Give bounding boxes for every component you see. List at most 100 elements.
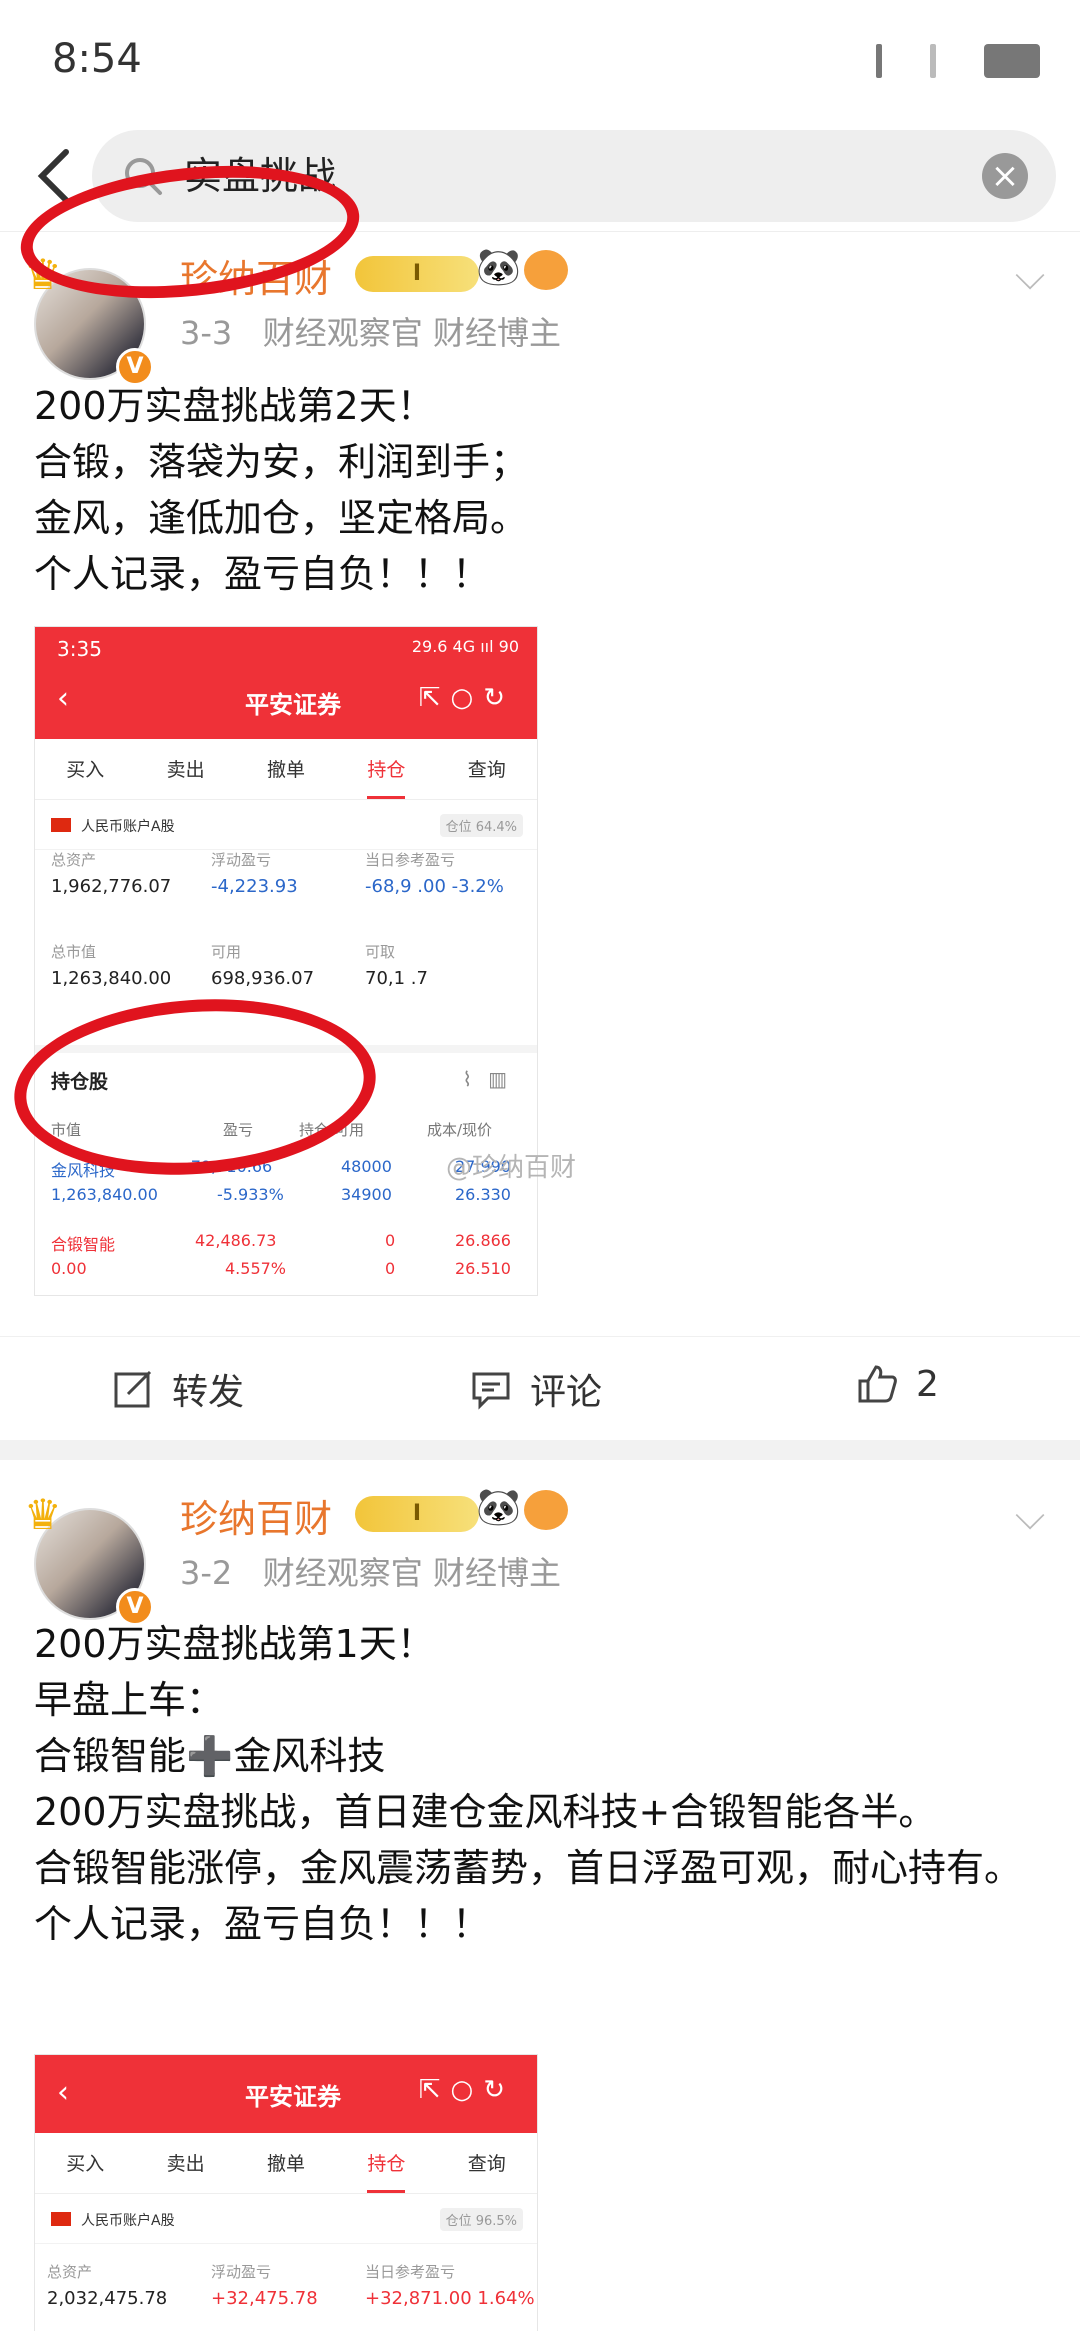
post-card: ♛ V 珍纳百财 I 🐼 ⌵ 3-3 财经观察官 财经博主 200万实盘挑战第2…	[0, 232, 1080, 1447]
col-header: 盈亏	[223, 1121, 254, 1139]
panda-icon: 🐼	[476, 1487, 521, 1528]
kpi-float-pnl: 浮动盈亏 +32,475.78	[211, 2263, 318, 2309]
holding-pnl: 42,486.73	[195, 1231, 277, 1250]
kpi-withdrawable: 可取 70,1 .7	[365, 943, 428, 989]
chevron-left-icon	[37, 149, 69, 203]
post-meta: 3-2 财经观察官 财经博主	[180, 1548, 561, 1594]
tab-cancel: 撤单	[266, 759, 305, 781]
avatar[interactable]: ♛ V	[24, 250, 154, 386]
post-text: 200万实盘挑战第2天！ 合锻，落袋为安，利润到手； 金风，逢低加仓，坚定格局。…	[34, 378, 1054, 602]
kpi-day-pnl: 当日参考盈亏 +32,871.00 1.64%	[365, 2263, 535, 2309]
holding-available: 0	[385, 1259, 396, 1278]
search-icon	[125, 158, 162, 195]
post-tags: 财经观察官 财经博主	[262, 1554, 561, 1592]
post-tags: 财经观察官 财经博主	[262, 314, 561, 352]
holding-name: 金风科技	[51, 1161, 116, 1180]
like-count: 2	[916, 1363, 939, 1405]
account-name: 人民币账户A股	[81, 819, 175, 835]
level-badge: I	[355, 256, 479, 292]
holding-value: 0.00	[51, 1259, 87, 1278]
comment-icon	[472, 1372, 510, 1410]
kpi-day-pnl: 当日参考盈亏 -68,9 .00 -3.2%	[365, 851, 504, 897]
post-card: ♛ V 珍纳百财 I 🐼 ⌵ 3-2 财经观察官 财经博主 200万实盘挑战第1…	[0, 1476, 1080, 2331]
panda-icon: 🐼	[476, 247, 521, 288]
holding-position: 0	[385, 1231, 396, 1250]
avatar[interactable]: ♛ V	[24, 1490, 154, 1626]
chevron-down-icon[interactable]: ⌵	[1008, 254, 1052, 298]
comment-label: 评论	[530, 1372, 603, 1413]
repost-label: 转发	[172, 1372, 245, 1413]
chart-icons: ⌇▥	[462, 1067, 523, 1091]
holding-position: 48000	[341, 1157, 392, 1176]
search-input[interactable]: 实盘挑战 ×	[92, 130, 1056, 222]
post-actions: 转发 评论 2	[0, 1336, 1080, 1440]
kpi-market-value: 总市值 1,263,840.00	[51, 943, 172, 989]
like-button[interactable]: 2	[856, 1363, 939, 1405]
battery-icon	[984, 44, 1040, 78]
signal-icon	[876, 44, 882, 78]
tab-buy: 买入	[66, 759, 105, 781]
kpi-float-pnl: 浮动盈亏 -4,223.93	[211, 851, 298, 897]
post-line: 早盘上车：	[34, 1678, 225, 1722]
tab-buy: 买入	[66, 2153, 105, 2175]
toolbar-icons: ⇱○↻	[418, 2075, 515, 2105]
thumbs-up-icon	[858, 1365, 897, 1403]
post-date: 3-3	[180, 314, 233, 352]
status-time: 8:54	[52, 36, 142, 82]
holding-pnl-pct: 4.557%	[225, 1259, 287, 1278]
app-time: 3:35	[57, 637, 102, 661]
post-line: 合锻智能涨停，金风震荡蓄势，首日浮盈可观，耐心持有。	[34, 1846, 1023, 1890]
post-date: 3-2	[180, 1554, 233, 1592]
tab-query: 查询	[467, 2153, 506, 2175]
holding-available: 34900	[341, 1185, 392, 1204]
post-author[interactable]: 珍纳百财	[180, 248, 332, 303]
holding-pnl: -79,710.66	[185, 1157, 273, 1176]
level-badge: I	[355, 1496, 479, 1532]
position-ratio: 仓位 96.5%	[439, 2208, 523, 2231]
col-header: 持仓/可用	[299, 1121, 365, 1139]
search-query: 实盘挑战	[184, 154, 337, 198]
crown-icon: ♛	[24, 1490, 62, 1539]
tab-holdings: 持仓	[367, 2133, 406, 2193]
holdings-title: 持仓股	[51, 1071, 109, 1093]
holding-pnl-pct: -5.933%	[217, 1185, 284, 1204]
app-title: 平安证券	[245, 691, 341, 719]
post-image[interactable]: 3:35 29.6 4G ııl 90 ‹ 平安证券 ⇱○↻ 买入 卖出 撤单 …	[34, 626, 538, 1296]
wifi-icon	[930, 44, 936, 78]
app-tabs: 买入 卖出 撤单 持仓 查询	[35, 739, 537, 800]
post-line: 合锻，落袋为安，利润到手；	[34, 440, 529, 484]
status-icons	[876, 44, 1040, 78]
app-tabs: 买入 卖出 撤单 持仓 查询	[35, 2133, 537, 2194]
repost-icon	[114, 1370, 152, 1408]
app-header: 3:35 29.6 4G ııl 90 ‹ 平安证券 ⇱○↻	[35, 627, 537, 739]
repost-button[interactable]: 转发	[112, 1363, 244, 1415]
holding-price: 26.330	[455, 1185, 511, 1204]
app-status: 29.6 4G ııl 90	[411, 637, 519, 656]
col-header: 市值	[51, 1121, 82, 1139]
tab-sell: 卖出	[166, 759, 205, 781]
post-divider	[0, 1440, 1080, 1460]
post-line: 个人记录，盈亏自负！！！	[34, 1902, 491, 1946]
fish-icon	[524, 1490, 568, 1530]
back-button[interactable]	[22, 140, 86, 212]
clear-icon[interactable]: ×	[982, 153, 1028, 199]
search-header: 实盘挑战 ×	[0, 120, 1080, 232]
post-author[interactable]: 珍纳百财	[180, 1488, 332, 1543]
chevron-down-icon[interactable]: ⌵	[1008, 1494, 1052, 1538]
cn-flag-icon	[51, 2212, 71, 2226]
post-line: 金风，逢低加仓，坚定格局。	[34, 496, 529, 540]
post-image[interactable]: ‹ 平安证券 ⇱○↻ 买入 卖出 撤单 持仓 查询 人民币账户A股 仓位 96.…	[34, 2054, 538, 2331]
tab-holdings: 持仓	[367, 739, 406, 799]
post-line: 合锻智能➕金风科技	[34, 1734, 386, 1778]
holding-value: 1,263,840.00	[51, 1185, 158, 1204]
comment-button[interactable]: 评论	[470, 1363, 602, 1415]
cn-flag-icon	[51, 818, 71, 832]
post-meta: 3-3 财经观察官 财经博主	[180, 308, 561, 354]
back-icon: ‹	[57, 681, 69, 716]
holding-cost: 26.866	[455, 1231, 511, 1250]
holdings-header: 持仓股 ⌇▥	[35, 1045, 537, 1097]
account-name: 人民币账户A股	[81, 2213, 175, 2229]
kpi-total-assets: 总资产 1,962,776.07	[51, 851, 172, 897]
status-bar: 8:54	[0, 0, 1080, 120]
tab-sell: 卖出	[166, 2153, 205, 2175]
